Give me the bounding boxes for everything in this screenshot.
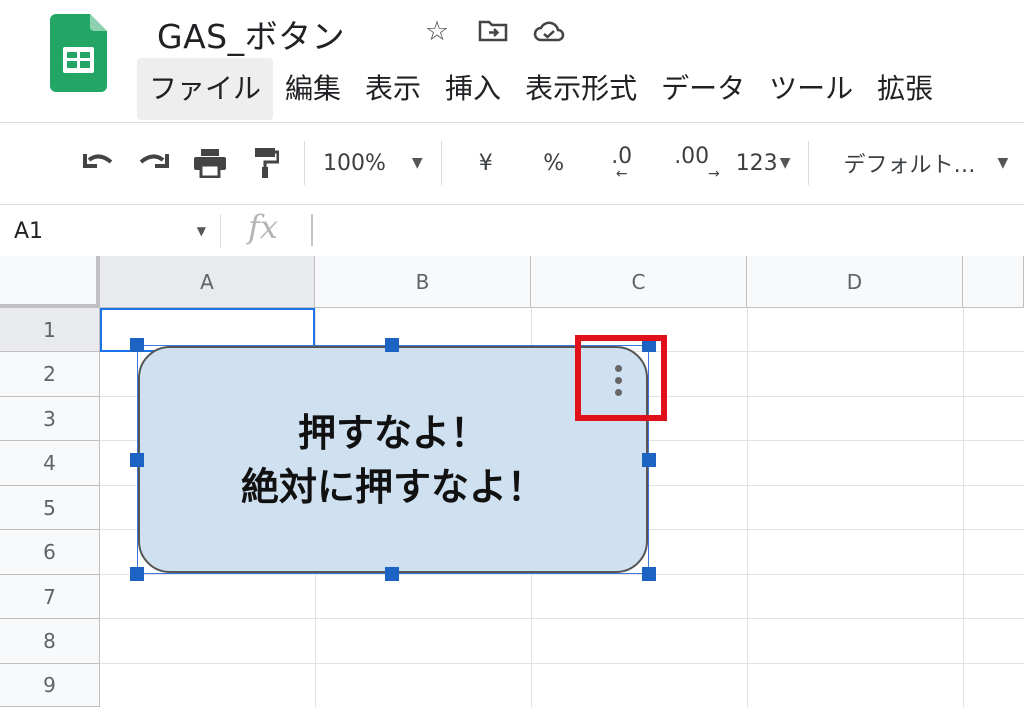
column-header-e[interactable] [963,256,1024,308]
menu-bar: ファイル 編集 表示 挿入 表示形式 データ ツール 拡張 [137,58,945,120]
arrow-right-icon: → [707,166,720,182]
chevron-down-icon: ▼ [411,155,423,171]
script-button-drawing[interactable]: 押すなよ！ 絶対に押すなよ！ [138,346,648,573]
paint-format-icon[interactable] [238,141,294,185]
row-header-4[interactable]: 4 [0,441,100,486]
document-title[interactable]: GAS_ボタン [157,10,345,58]
toolbar-divider [0,204,1024,205]
column-header-a[interactable]: A [100,256,315,308]
row-header-9[interactable]: 9 [0,664,100,707]
font-select[interactable]: デフォルト… ▼ [819,141,1016,185]
zoom-value: 100% [323,150,386,176]
row-header-5[interactable]: 5 [0,486,100,530]
row-header-1[interactable]: 1 [0,308,100,352]
column-header-c[interactable]: C [531,256,747,308]
drawing-text-line-1: 押すなよ！ [297,410,488,455]
resize-handle-top-left[interactable] [130,338,144,352]
font-value: デフォルト… [843,153,976,178]
row-header-3[interactable]: 3 [0,397,100,441]
toolbar: 100% ▼ ¥ % .0 ← .00 → 123 ▼ デフォルト… ▼ [70,138,1016,188]
resize-handle-bottom-right[interactable] [642,567,656,581]
row-header-7[interactable]: 7 [0,575,100,619]
grid-line [747,308,748,708]
menu-edit[interactable]: 編集 [273,58,353,120]
menu-data[interactable]: データ [649,58,757,120]
percent-label: % [543,150,565,176]
decrease-decimal-button[interactable]: .0 ← [588,141,656,185]
star-icon[interactable]: ☆ [420,14,454,48]
fx-icon: fx [248,208,278,246]
toolbar-separator [440,141,442,185]
resize-handle-bottom-left[interactable] [130,567,144,581]
more-formats-button[interactable]: 123 ▼ [728,141,799,185]
row-header-2[interactable]: 2 [0,352,100,397]
cloud-saved-icon[interactable] [532,14,566,48]
decrease-decimal-label: .0 [611,144,633,169]
row-header-6[interactable]: 6 [0,530,100,575]
chevron-down-icon: ▼ [779,155,791,171]
chevron-down-icon: ▼ [196,224,206,238]
menu-file[interactable]: ファイル [137,58,274,120]
formula-separator [220,214,221,248]
header-divider [0,122,1024,123]
drawing-text: 押すなよ！ 絶対に押すなよ！ [241,406,545,514]
resize-handle-left[interactable] [130,453,144,467]
sheets-logo-icon[interactable] [50,14,107,92]
toolbar-separator [304,141,305,185]
grid-line [100,663,1024,664]
chevron-down-icon: ▼ [997,155,1009,171]
name-box[interactable]: A1 ▼ [0,206,220,256]
resize-handle-right[interactable] [642,453,656,467]
drawing-text-line-2: 絶対に押すなよ！ [240,464,545,509]
more-formats-label: 123 [735,150,778,176]
select-all-corner[interactable] [0,256,100,308]
redo-icon[interactable] [126,141,182,185]
row-header-8[interactable]: 8 [0,619,100,664]
increase-decimal-label: .00 [674,144,710,169]
move-to-folder-icon[interactable] [476,14,510,48]
grid-line [100,618,1024,619]
menu-format[interactable]: 表示形式 [513,58,649,120]
currency-label: ¥ [478,150,493,176]
menu-view[interactable]: 表示 [353,58,433,120]
currency-format-button[interactable]: ¥ [452,141,520,185]
zoom-select[interactable]: 100% ▼ [315,141,431,185]
menu-extensions[interactable]: 拡張 [865,58,945,120]
grid-line [100,574,1024,575]
undo-icon[interactable] [70,141,126,185]
highlight-box [575,335,667,421]
percent-format-button[interactable]: % [520,141,588,185]
increase-decimal-button[interactable]: .00 → [656,141,728,185]
cell-reference: A1 [14,218,44,244]
menu-tools[interactable]: ツール [757,58,865,120]
formula-input-cursor[interactable] [311,214,313,246]
resize-handle-top[interactable] [385,338,399,352]
print-icon[interactable] [182,141,238,185]
arrow-left-icon: ← [615,166,628,182]
grid-line [963,308,964,708]
toolbar-separator [808,141,810,185]
column-header-b[interactable]: B [315,256,531,308]
menu-insert[interactable]: 挿入 [433,58,513,120]
column-header-d[interactable]: D [747,256,963,308]
resize-handle-bottom[interactable] [385,567,399,581]
